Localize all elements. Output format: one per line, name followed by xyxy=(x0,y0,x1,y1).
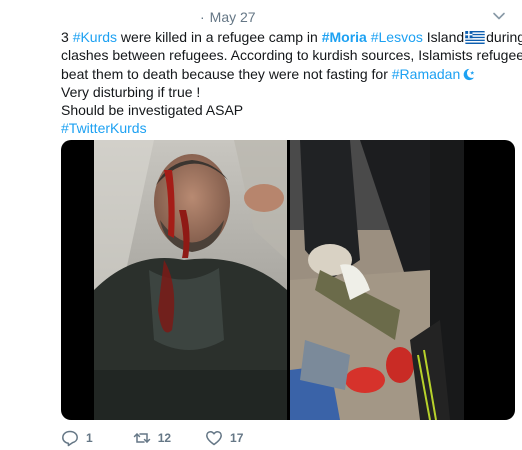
date-separator: · xyxy=(200,9,205,25)
tweet-line: 3 #Kurds were killed in a refugee camp i… xyxy=(61,28,522,46)
tweet-text: 3 #Kurds were killed in a refugee camp i… xyxy=(61,28,522,138)
hashtag-link[interactable]: #Ramadan xyxy=(392,66,461,82)
tweet-line: #TwitterKurds xyxy=(61,119,506,137)
tweet-actions: 1 12 17 xyxy=(61,428,273,448)
photo-injured-man xyxy=(94,140,287,420)
like-count: 17 xyxy=(230,431,244,445)
retweet-button[interactable]: 12 xyxy=(133,429,171,447)
heart-icon xyxy=(206,430,222,446)
retweet-icon xyxy=(133,433,150,443)
tweet-text-segment: Very disturbing if true ! xyxy=(61,83,201,100)
tweet-text-segment: clashes between refugees. According to k… xyxy=(61,47,522,64)
photo-person-on-ground xyxy=(290,140,464,420)
tweet-text-segment: were killed in a refugee camp in xyxy=(117,29,322,45)
retweet-count: 12 xyxy=(157,431,172,445)
tweet-line: Should be investigated ASAP xyxy=(61,101,506,119)
tweet-text-segment: beat them to death because they were not… xyxy=(61,65,392,82)
tweet-text-segment: during xyxy=(486,29,522,45)
tweet-card: · May 27 3 #Kurds were killed in a refug… xyxy=(0,0,522,450)
tweet-text-segment: Island xyxy=(422,29,465,45)
tweet-line: Very disturbing if true ! xyxy=(61,83,506,101)
reply-button[interactable]: 1 xyxy=(61,429,93,447)
tweet-line: clashes between refugees. According to k… xyxy=(61,46,522,64)
tweet-text-segment: 3 xyxy=(61,29,73,45)
tweet-date-link[interactable]: May 27 xyxy=(210,9,256,25)
like-button[interactable]: 17 xyxy=(205,429,243,447)
hashtag-link[interactable]: #TwitterKurds xyxy=(61,120,147,136)
tweet-line: beat them to death because they were not… xyxy=(61,65,506,83)
reply-icon xyxy=(62,430,78,447)
hashtag-link[interactable]: #Moria xyxy=(322,29,367,45)
hashtag-link[interactable]: #Lesvos xyxy=(371,29,423,45)
crescent-moon-icon xyxy=(463,68,475,80)
tweet-meta: · May 27 xyxy=(200,8,256,26)
greece-flag xyxy=(465,31,485,44)
tweet-text-segment: Should be investigated ASAP xyxy=(61,102,244,119)
tweet-media[interactable] xyxy=(61,140,515,420)
reply-count: 1 xyxy=(86,431,93,445)
chevron-down-icon[interactable] xyxy=(492,9,506,23)
hashtag-link[interactable]: #Kurds xyxy=(73,29,117,45)
